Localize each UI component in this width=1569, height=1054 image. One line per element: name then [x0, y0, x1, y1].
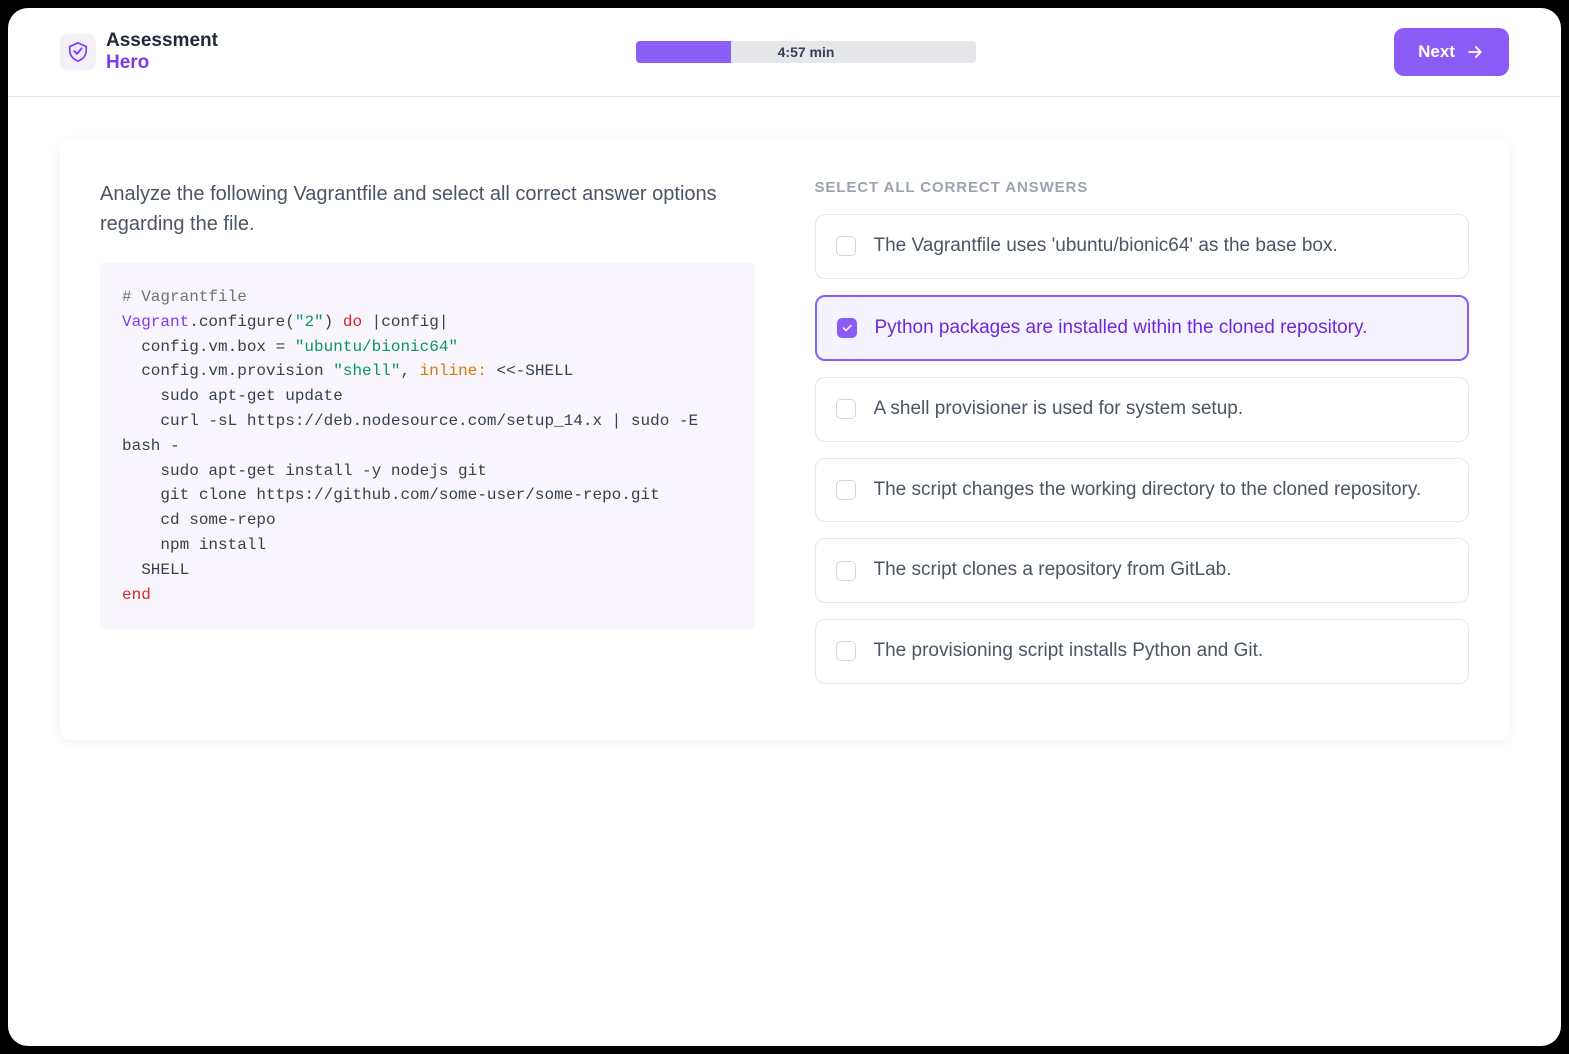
answer-option-4[interactable]: The script clones a repository from GitL… — [815, 538, 1470, 603]
brand-icon — [60, 34, 96, 70]
check-icon — [841, 322, 853, 334]
app-header: Assessment Hero 4:57 min Next — [8, 8, 1561, 97]
timer-label: 4:57 min — [636, 44, 976, 60]
checkbox-icon — [837, 318, 857, 338]
question-pane: Analyze the following Vagrantfile and se… — [100, 179, 755, 700]
app-frame: Assessment Hero 4:57 min Next Analyze th… — [8, 8, 1561, 1046]
answer-option-5[interactable]: The provisioning script installs Python … — [815, 619, 1470, 684]
shield-check-icon — [67, 41, 89, 63]
answer-option-2[interactable]: A shell provisioner is used for system s… — [815, 377, 1470, 442]
code-block: # Vagrantfile Vagrant.configure("2") do … — [100, 263, 755, 629]
checkbox-icon — [836, 561, 856, 581]
answer-option-label: The script clones a repository from GitL… — [874, 557, 1232, 584]
question-card: Analyze the following Vagrantfile and se… — [60, 139, 1509, 740]
brand-text: Assessment Hero — [106, 30, 218, 74]
answer-option-label: Python packages are installed within the… — [875, 315, 1368, 342]
question-prompt: Analyze the following Vagrantfile and se… — [100, 179, 755, 239]
answer-option-1[interactable]: Python packages are installed within the… — [815, 295, 1470, 362]
brand-line1: Assessment — [106, 30, 218, 52]
next-button-label: Next — [1418, 42, 1455, 62]
answer-option-label: The Vagrantfile uses 'ubuntu/bionic64' a… — [874, 233, 1338, 260]
checkbox-icon — [836, 641, 856, 661]
main-content: Analyze the following Vagrantfile and se… — [8, 97, 1561, 782]
answers-heading: SELECT ALL CORRECT ANSWERS — [815, 179, 1470, 196]
answers-pane: SELECT ALL CORRECT ANSWERS The Vagrantfi… — [815, 179, 1470, 700]
next-button[interactable]: Next — [1394, 28, 1509, 76]
options-list: The Vagrantfile uses 'ubuntu/bionic64' a… — [815, 214, 1470, 684]
answer-option-label: The script changes the working directory… — [874, 477, 1422, 504]
checkbox-icon — [836, 399, 856, 419]
arrow-right-icon — [1465, 42, 1485, 62]
answer-option-3[interactable]: The script changes the working directory… — [815, 458, 1470, 523]
brand: Assessment Hero — [60, 30, 218, 74]
checkbox-icon — [836, 480, 856, 500]
brand-line2: Hero — [106, 52, 218, 74]
answer-option-label: The provisioning script installs Python … — [874, 638, 1264, 665]
progress-bar: 4:57 min — [636, 41, 976, 63]
checkbox-icon — [836, 236, 856, 256]
answer-option-label: A shell provisioner is used for system s… — [874, 396, 1244, 423]
answer-option-0[interactable]: The Vagrantfile uses 'ubuntu/bionic64' a… — [815, 214, 1470, 279]
